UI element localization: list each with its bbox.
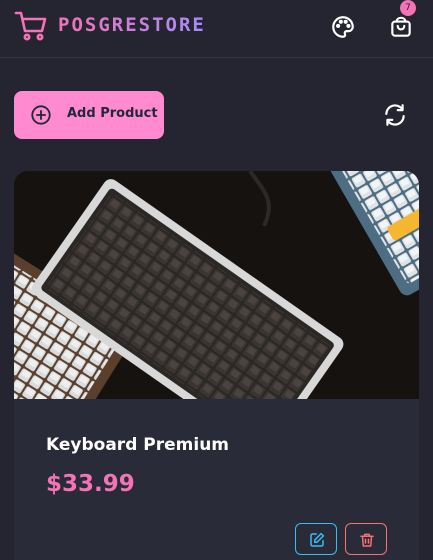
palette-icon[interactable] bbox=[330, 14, 356, 40]
cart-count-badge: 7 bbox=[400, 0, 416, 16]
product-image bbox=[14, 171, 419, 399]
delete-product-button[interactable] bbox=[345, 523, 387, 555]
edit-product-button[interactable] bbox=[295, 523, 337, 555]
plus-circle-icon bbox=[31, 105, 51, 125]
shopping-bag-icon[interactable] bbox=[388, 14, 414, 40]
product-title: Keyboard Premium bbox=[46, 435, 230, 455]
add-product-button[interactable]: Add Product bbox=[14, 91, 164, 139]
refresh-icon[interactable] bbox=[382, 102, 408, 128]
add-product-label: Add Product bbox=[67, 106, 158, 121]
brand-name[interactable]: POSGRESTORE bbox=[58, 14, 206, 36]
navbar: POSGRESTORE 7 bbox=[0, 0, 433, 58]
trash-icon bbox=[360, 533, 374, 547]
edit-icon bbox=[310, 532, 325, 547]
shopping-cart-icon[interactable] bbox=[14, 10, 48, 42]
product-card: Keyboard Premium $33.99 bbox=[14, 171, 419, 560]
product-price: $33.99 bbox=[46, 471, 135, 497]
